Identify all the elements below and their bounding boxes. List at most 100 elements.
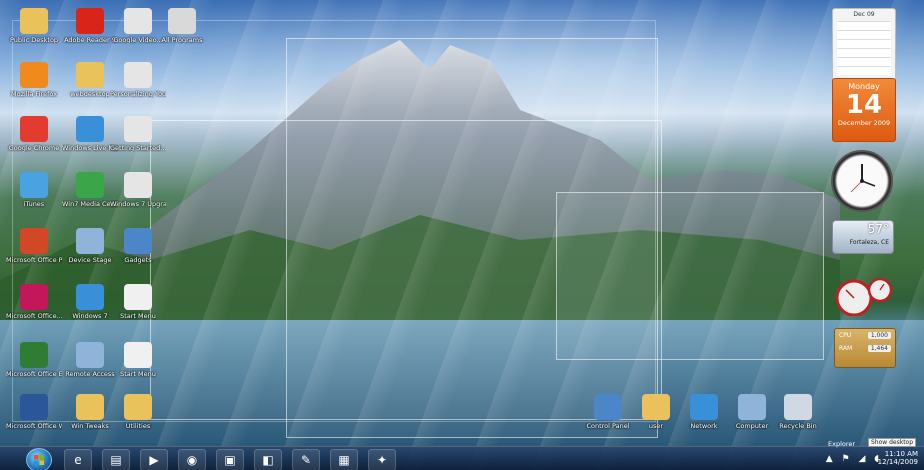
desktop-icon-label: Public Desktop bbox=[9, 36, 59, 44]
desktop-icon[interactable]: Microsoft Office Wor... bbox=[6, 394, 62, 448]
desktop-icon[interactable]: Mozilla Firefox bbox=[6, 62, 62, 116]
system-monitor-label: RAM bbox=[839, 345, 853, 352]
tray-date: 12/14/2009 bbox=[877, 458, 918, 466]
desktop-icon[interactable]: Microsoft Office Excel bbox=[6, 342, 62, 396]
desktop-icon[interactable]: Windows 7 Upgrade Advisor bbox=[110, 172, 166, 226]
desktop-icon-label: Google Chrome bbox=[8, 144, 60, 152]
taskbar-button[interactable]: ▤ bbox=[102, 449, 130, 470]
chrome-icon bbox=[20, 116, 48, 142]
gadget-icon: ◧ bbox=[262, 453, 274, 467]
start-menu-icon bbox=[124, 284, 152, 310]
tray-icons[interactable]: ▲ ⚑ ◢ ◖ bbox=[826, 454, 882, 464]
desktop-icon[interactable]: Recycle Bin bbox=[770, 394, 826, 448]
presentation-icon: ▦ bbox=[338, 453, 350, 467]
taskbar-button[interactable]: e bbox=[64, 449, 92, 470]
folder-icon bbox=[76, 62, 104, 88]
system-monitor-gadget[interactable]: CPU 1,000 RAM 1,464 bbox=[834, 328, 896, 368]
folder-icon bbox=[20, 8, 48, 34]
folder-icon bbox=[124, 394, 152, 420]
desktop-icon-label: All Programs bbox=[161, 36, 203, 44]
user-folder-icon bbox=[642, 394, 670, 420]
calendar-month-header: Dec 09 bbox=[853, 11, 875, 18]
folder-icon bbox=[76, 394, 104, 420]
tools-icon: ✦ bbox=[376, 453, 388, 467]
windows-logo-icon bbox=[76, 284, 104, 310]
desktop-icon-label: Recycle Bin bbox=[779, 422, 817, 430]
desktop-icon[interactable]: Personalizing Your PC Win... bbox=[110, 62, 166, 116]
device-icon bbox=[76, 228, 104, 254]
desktop-icon-label: Microsoft Office Excel bbox=[6, 370, 62, 378]
paint-icon: ✎ bbox=[300, 453, 312, 467]
desktop-icon-label: Start Menu bbox=[120, 312, 156, 320]
system-monitor-value: 1,464 bbox=[867, 345, 891, 352]
calendar-grid bbox=[837, 21, 891, 75]
office-icon bbox=[20, 284, 48, 310]
network-icon bbox=[76, 342, 104, 368]
desktop-icon-label: Windows 7 Upgrade Advisor bbox=[110, 200, 166, 208]
desktop-icon[interactable]: Microsoft Office Po... bbox=[6, 228, 62, 282]
system-monitor-label: CPU bbox=[839, 332, 852, 339]
window-icon: ▣ bbox=[224, 453, 236, 467]
desktop-icon[interactable]: Start Menu bbox=[110, 342, 166, 396]
music-icon bbox=[20, 172, 48, 198]
desktop-icon[interactable]: Public Desktop bbox=[6, 8, 62, 62]
desktop-icon[interactable]: Start Menu bbox=[110, 284, 166, 338]
desktop-icon[interactable]: Google Chrome bbox=[6, 116, 62, 170]
system-monitor-row: RAM 1,464 bbox=[835, 342, 895, 355]
system-monitor-value: 1,000 bbox=[867, 332, 891, 339]
taskbar-button[interactable]: ✎ bbox=[292, 449, 320, 470]
windows-logo-icon bbox=[34, 455, 44, 465]
word-icon bbox=[20, 394, 48, 420]
calendar-gadget-day[interactable]: Monday 14 December 2009 bbox=[832, 78, 896, 142]
media-player-icon: ▶ bbox=[149, 453, 159, 467]
desktop-icon-label: Microsoft Office Po... bbox=[6, 256, 62, 264]
cpu-meter-gadget[interactable] bbox=[832, 276, 894, 316]
desktop-icon[interactable]: Getting Started... bbox=[110, 116, 166, 170]
desktop-icon[interactable]: Utilities bbox=[110, 394, 166, 448]
system-monitor-row: CPU 1,000 bbox=[835, 329, 895, 342]
windows-logo-icon bbox=[76, 172, 104, 198]
calendar-month-year: December 2009 bbox=[837, 119, 891, 127]
desktop-icon-label: Utilities bbox=[125, 422, 151, 430]
recycle-bin-icon bbox=[784, 394, 812, 420]
desktop-icon-label: Personalizing Your PC Win... bbox=[110, 90, 166, 98]
taskbar-button[interactable]: ◉ bbox=[178, 449, 206, 470]
weather-gadget[interactable]: 57° Fortaleza, CE bbox=[832, 220, 894, 254]
explorer-label: Explorer bbox=[828, 440, 856, 448]
taskbar-button[interactable]: ▶ bbox=[140, 449, 168, 470]
desktop-icon[interactable]: Microsoft Office... bbox=[6, 284, 62, 338]
firefox-icon: ◉ bbox=[186, 453, 198, 467]
start-menu-icon bbox=[124, 342, 152, 368]
control-panel-icon bbox=[594, 394, 622, 420]
powerpoint-icon bbox=[20, 228, 48, 254]
document-icon bbox=[124, 62, 152, 88]
firefox-icon bbox=[20, 62, 48, 88]
desktop-icon[interactable]: Gadgets bbox=[110, 228, 166, 282]
desktop-icon-label: Microsoft Office... bbox=[6, 312, 62, 320]
calendar-gadget-month[interactable]: Dec 09 bbox=[832, 8, 896, 82]
desktop-icon-label: Mozilla Firefox bbox=[11, 90, 57, 98]
taskbar: e ▤ ▶ ◉ ▣ ◧ ✎ ▦ ✦ ▲ ⚑ ◢ ◖ 11:10 AM 12/14/2009 bbox=[0, 446, 924, 470]
taskbar-button[interactable]: ◧ bbox=[254, 449, 282, 470]
start-button[interactable] bbox=[26, 448, 52, 470]
desktop-icon[interactable]: All Programs bbox=[154, 8, 210, 62]
clock-hands-icon bbox=[850, 164, 876, 193]
computer-icon bbox=[738, 394, 766, 420]
desktop: Public Desktop Adobe Reader 9 Google Video… bbox=[0, 0, 924, 470]
desktop-icon-label: iTunes bbox=[23, 200, 45, 208]
excel-icon bbox=[20, 342, 48, 368]
weather-city: Fortaleza, CE bbox=[849, 239, 889, 246]
desktop-icon[interactable]: iTunes bbox=[6, 172, 62, 226]
clock-gadget[interactable] bbox=[831, 150, 893, 212]
programs-icon bbox=[168, 8, 196, 34]
document-icon bbox=[124, 8, 152, 34]
pdf-icon bbox=[76, 8, 104, 34]
tray-time: 11:10 AM bbox=[884, 450, 918, 458]
taskbar-button[interactable]: ▦ bbox=[330, 449, 358, 470]
taskbar-button[interactable]: ✦ bbox=[368, 449, 396, 470]
mail-icon bbox=[76, 116, 104, 142]
taskbar-button[interactable]: ▣ bbox=[216, 449, 244, 470]
explorer-icon: ▤ bbox=[110, 453, 122, 467]
show-desktop-tooltip[interactable]: Show desktop bbox=[868, 438, 917, 447]
tray-clock[interactable]: 11:10 AM 12/14/2009 bbox=[878, 450, 918, 466]
